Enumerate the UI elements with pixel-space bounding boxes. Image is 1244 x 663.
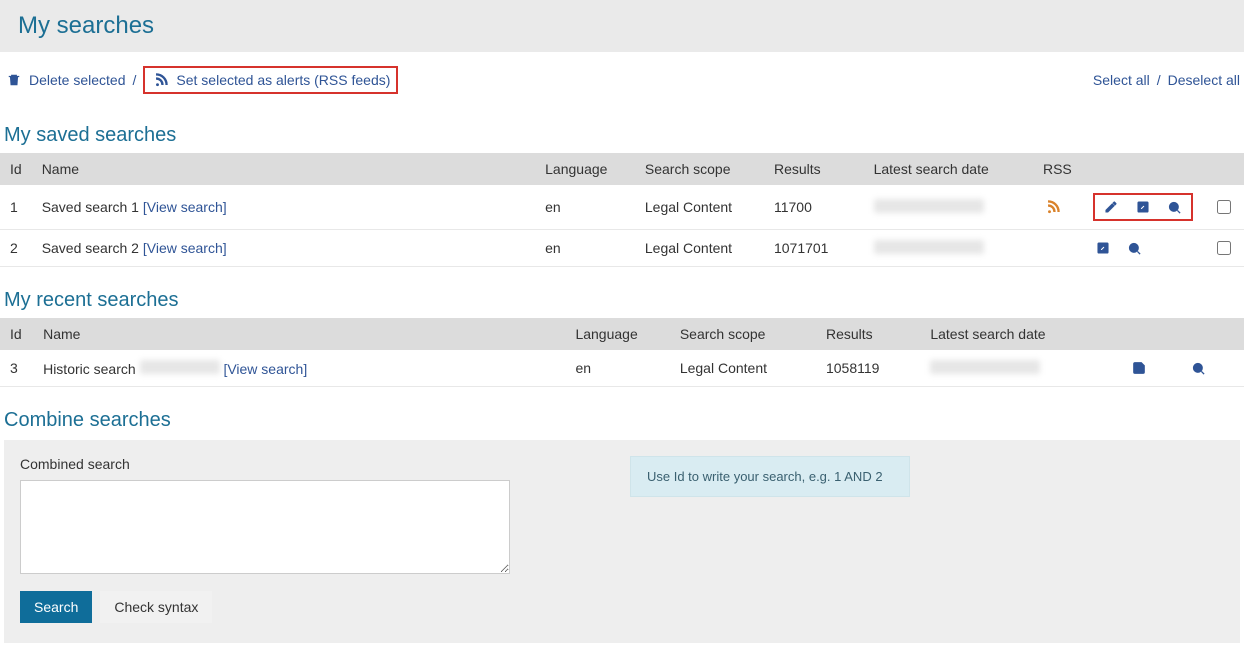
- search-icon[interactable]: [1189, 358, 1209, 378]
- view-search-link[interactable]: [View search]: [143, 240, 227, 256]
- col-select: [1203, 153, 1244, 185]
- rss-icon: [151, 70, 171, 90]
- search-icon[interactable]: [1125, 238, 1145, 258]
- rss-icon[interactable]: [1043, 197, 1063, 217]
- col-actions: [1119, 318, 1244, 350]
- cell-actions: [1119, 350, 1244, 387]
- cell-id: 2: [0, 230, 32, 267]
- cell-language: en: [565, 350, 669, 387]
- cell-rss: [1033, 230, 1083, 267]
- separator: /: [1157, 72, 1161, 88]
- combined-search-label: Combined search: [20, 456, 510, 472]
- table-row: 1Saved search 1 [View search]enLegal Con…: [0, 185, 1244, 230]
- col-language: Language: [535, 153, 635, 185]
- table-row: 2Saved search 2 [View search]enLegal Con…: [0, 230, 1244, 267]
- delete-selected-label: Delete selected: [29, 72, 126, 88]
- cell-results: 1058119: [816, 350, 920, 387]
- search-icon[interactable]: [1165, 197, 1185, 217]
- col-language: Language: [565, 318, 669, 350]
- cell-id: 3: [0, 350, 33, 387]
- edit-box-icon[interactable]: [1133, 197, 1153, 217]
- cell-date: [864, 185, 1033, 230]
- col-date: Latest search date: [920, 318, 1118, 350]
- deselect-all-link[interactable]: Deselect all: [1168, 72, 1240, 88]
- col-scope: Search scope: [670, 318, 816, 350]
- set-alerts-link[interactable]: Set selected as alerts (RSS feeds): [143, 66, 398, 94]
- cell-name: Historic search [View search]: [33, 350, 565, 387]
- col-date: Latest search date: [864, 153, 1033, 185]
- edit-box-icon[interactable]: [1093, 238, 1113, 258]
- cell-scope: Legal Content: [635, 230, 764, 267]
- col-results: Results: [816, 318, 920, 350]
- select-all-link[interactable]: Select all: [1093, 72, 1150, 88]
- cell-actions: [1083, 230, 1203, 267]
- cell-id: 1: [0, 185, 32, 230]
- col-name: Name: [33, 318, 565, 350]
- combined-search-textarea[interactable]: [20, 480, 510, 574]
- view-search-link[interactable]: [View search]: [223, 361, 307, 377]
- set-alerts-label: Set selected as alerts (RSS feeds): [176, 72, 390, 88]
- col-actions: [1083, 153, 1203, 185]
- cell-rss: [1033, 185, 1083, 230]
- page-title: My searches: [18, 12, 1226, 40]
- cell-select: [1203, 230, 1244, 267]
- combine-panel: Combined search Search Check syntax Use …: [4, 440, 1240, 643]
- col-name: Name: [32, 153, 535, 185]
- row-checkbox[interactable]: [1217, 241, 1231, 255]
- table-row: 3Historic search [View search]enLegal Co…: [0, 350, 1244, 387]
- cell-select: [1203, 185, 1244, 230]
- cell-language: en: [535, 230, 635, 267]
- saved-searches-table: Id Name Language Search scope Results La…: [0, 153, 1244, 267]
- view-search-link[interactable]: [View search]: [143, 199, 227, 215]
- cell-date: [920, 350, 1118, 387]
- combine-heading: Combine searches: [4, 409, 1244, 432]
- recent-searches-heading: My recent searches: [4, 289, 1244, 312]
- row-checkbox[interactable]: [1217, 200, 1231, 214]
- recent-searches-table: Id Name Language Search scope Results La…: [0, 318, 1244, 387]
- separator: /: [133, 72, 137, 88]
- col-rss: RSS: [1033, 153, 1083, 185]
- col-scope: Search scope: [635, 153, 764, 185]
- trash-icon: [4, 70, 24, 90]
- saved-searches-heading: My saved searches: [4, 124, 1244, 147]
- cell-results: 11700: [764, 185, 864, 230]
- cell-actions: [1083, 185, 1203, 230]
- col-results: Results: [764, 153, 864, 185]
- cell-name: Saved search 2 [View search]: [32, 230, 535, 267]
- cell-scope: Legal Content: [635, 185, 764, 230]
- combine-hint: Use Id to write your search, e.g. 1 AND …: [630, 456, 910, 497]
- pencil-icon[interactable]: [1101, 197, 1121, 217]
- save-icon[interactable]: [1129, 358, 1149, 378]
- cell-date: [864, 230, 1033, 267]
- check-syntax-button[interactable]: Check syntax: [100, 591, 212, 623]
- cell-name: Saved search 1 [View search]: [32, 185, 535, 230]
- search-button[interactable]: Search: [20, 591, 92, 623]
- col-id: Id: [0, 318, 33, 350]
- delete-selected-link[interactable]: Delete selected: [4, 70, 126, 90]
- col-id: Id: [0, 153, 32, 185]
- cell-scope: Legal Content: [670, 350, 816, 387]
- cell-language: en: [535, 185, 635, 230]
- cell-results: 1071701: [764, 230, 864, 267]
